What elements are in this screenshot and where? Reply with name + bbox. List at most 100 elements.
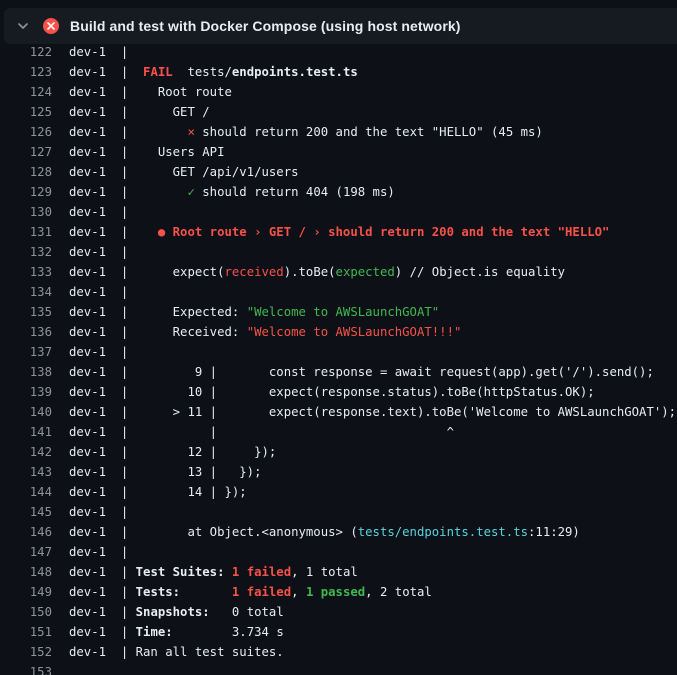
log-text: dev-1 | Received: "Welcome to AWSLaunchG…	[69, 322, 461, 342]
line-number[interactable]: 148	[0, 562, 52, 582]
log-text: dev-1 |	[69, 242, 128, 262]
log-segment: tests/	[172, 65, 232, 79]
log-segment: dev-1 | Expected:	[69, 305, 247, 319]
log-segment: dev-1 |	[69, 625, 136, 639]
log-segment: dev-1 | Users API	[69, 145, 225, 159]
line-number[interactable]: 151	[0, 622, 52, 642]
log-segment: dev-1 |	[69, 545, 129, 559]
line-number[interactable]: 138	[0, 362, 52, 382]
line-number[interactable]: 126	[0, 122, 52, 142]
line-number[interactable]: 141	[0, 422, 52, 442]
line-number[interactable]: 145	[0, 502, 52, 522]
log-segment: dev-1 |	[69, 505, 129, 519]
line-number[interactable]: 142	[0, 442, 52, 462]
log-segment: ) // Object.is equality	[394, 265, 566, 279]
log-segment: ×	[187, 125, 195, 139]
log-line: 131 dev-1 | ● Root route › GET / › should…	[0, 222, 677, 242]
line-number[interactable]: 140	[0, 402, 52, 422]
log-line: 128 dev-1 | GET /api/v1/users	[0, 162, 677, 182]
log-segment: expected	[335, 265, 395, 279]
line-number[interactable]: 123	[0, 62, 52, 82]
log-segment: 1 failed	[231, 585, 292, 599]
log-text: dev-1 | Root route	[69, 82, 232, 102]
chevron-down-icon[interactable]	[16, 19, 30, 33]
line-number[interactable]: 127	[0, 142, 52, 162]
log-segment: dev-1 | 9 | const response = await reque…	[69, 365, 654, 379]
log-segment: Snapshots:	[135, 605, 210, 619]
log-segment: dev-1 | | ^	[69, 425, 454, 439]
log-segment: Test Suites:	[135, 565, 225, 579]
log-segment: 1 passed	[305, 585, 366, 599]
log-text: dev-1 | Snapshots: 0 total	[69, 602, 284, 622]
line-number[interactable]: 139	[0, 382, 52, 402]
log-panel: Build and test with Docker Compose (usin…	[0, 0, 677, 675]
log-line: 129 dev-1 | ✓ should return 404 (198 ms)	[0, 182, 677, 202]
log-line: 151 dev-1 | Time: 3.734 s	[0, 622, 677, 642]
line-number[interactable]: 132	[0, 242, 52, 262]
line-number[interactable]: 149	[0, 582, 52, 602]
log-segment: dev-1 |	[69, 185, 188, 199]
log-segment: endpoints.test.ts	[231, 65, 358, 79]
log-segment: Tests:	[135, 585, 181, 599]
log-text: dev-1 |	[69, 502, 128, 522]
line-number[interactable]: 144	[0, 482, 52, 502]
line-number[interactable]: 152	[0, 642, 52, 662]
log-segment: "Welcome to AWSLaunchGOAT!!!"	[246, 325, 462, 339]
log-segment: dev-1 | 13 | });	[69, 465, 262, 479]
line-number[interactable]: 128	[0, 162, 52, 182]
log-line: 148 dev-1 | Test Suites: 1 failed, 1 tota…	[0, 562, 677, 582]
log-segment	[224, 565, 231, 579]
log-segment: dev-1 |	[69, 205, 129, 219]
log-text: dev-1 | Time: 3.734 s	[69, 622, 284, 642]
line-number[interactable]: 134	[0, 282, 52, 302]
log-segment: dev-1 | 14 | });	[69, 485, 247, 499]
log-segment: ,	[291, 585, 306, 599]
line-number[interactable]: 129	[0, 182, 52, 202]
log-text: dev-1 | Users API	[69, 142, 224, 162]
log-segment: ● Root route › GET / › should return 200…	[157, 225, 610, 239]
line-number[interactable]: 146	[0, 522, 52, 542]
log-segment: 3.734 s	[172, 625, 284, 639]
log-segment: dev-1 | Root route	[69, 85, 232, 99]
log-text: dev-1 | FAIL tests/endpoints.test.ts	[69, 62, 358, 82]
log-text: dev-1 | at Object.<anonymous> (tests/end…	[69, 522, 580, 542]
log-text: dev-1 | Test Suites: 1 failed, 1 total	[69, 562, 358, 582]
line-number[interactable]: 131	[0, 222, 52, 242]
line-number[interactable]: 130	[0, 202, 52, 222]
line-number[interactable]: 122	[0, 42, 52, 62]
log-segment: dev-1 |	[69, 225, 158, 239]
line-number[interactable]: 153	[0, 662, 52, 675]
log-text: dev-1 |	[69, 542, 128, 562]
log-segment: dev-1 | Ran all test suites.	[69, 645, 284, 659]
log-line: 152 dev-1 | Ran all test suites.	[0, 642, 677, 662]
log-segment: dev-1 |	[69, 65, 144, 79]
log-text: dev-1 | GET /api/v1/users	[69, 162, 299, 182]
x-circle-fill-icon	[43, 18, 59, 34]
step-header[interactable]: Build and test with Docker Compose (usin…	[4, 8, 677, 44]
line-number[interactable]: 124	[0, 82, 52, 102]
line-number[interactable]: 133	[0, 262, 52, 282]
line-number[interactable]: 150	[0, 602, 52, 622]
line-number[interactable]: 135	[0, 302, 52, 322]
log-segment: ).toBe(	[283, 265, 336, 279]
line-number[interactable]: 136	[0, 322, 52, 342]
line-number[interactable]: 137	[0, 342, 52, 362]
log-line: 130 dev-1 |	[0, 202, 677, 222]
log-segment: dev-1 | GET /	[69, 105, 210, 119]
log-line: 143 dev-1 | 13 | });	[0, 462, 677, 482]
log-text: dev-1 | 13 | });	[69, 462, 262, 482]
log-segment: dev-1 | at Object.<anonymous> (	[69, 525, 358, 539]
log-segment: should return 404 (198 ms)	[194, 185, 395, 199]
log-segment: dev-1 | expect(	[69, 265, 225, 279]
log-segment: FAIL	[143, 65, 173, 79]
log-line: 146 dev-1 | at Object.<anonymous> (tests/…	[0, 522, 677, 542]
line-number[interactable]: 125	[0, 102, 52, 122]
line-number[interactable]: 143	[0, 462, 52, 482]
log-segment: received	[224, 265, 284, 279]
log-text: dev-1 | GET /	[69, 102, 210, 122]
line-number[interactable]: 147	[0, 542, 52, 562]
log-text: dev-1 | Expected: "Welcome to AWSLaunchG…	[69, 302, 439, 322]
log-line: 145 dev-1 |	[0, 502, 677, 522]
log-segment: "Welcome to AWSLaunchGOAT"	[246, 305, 440, 319]
log-segment: dev-1 |	[69, 565, 136, 579]
